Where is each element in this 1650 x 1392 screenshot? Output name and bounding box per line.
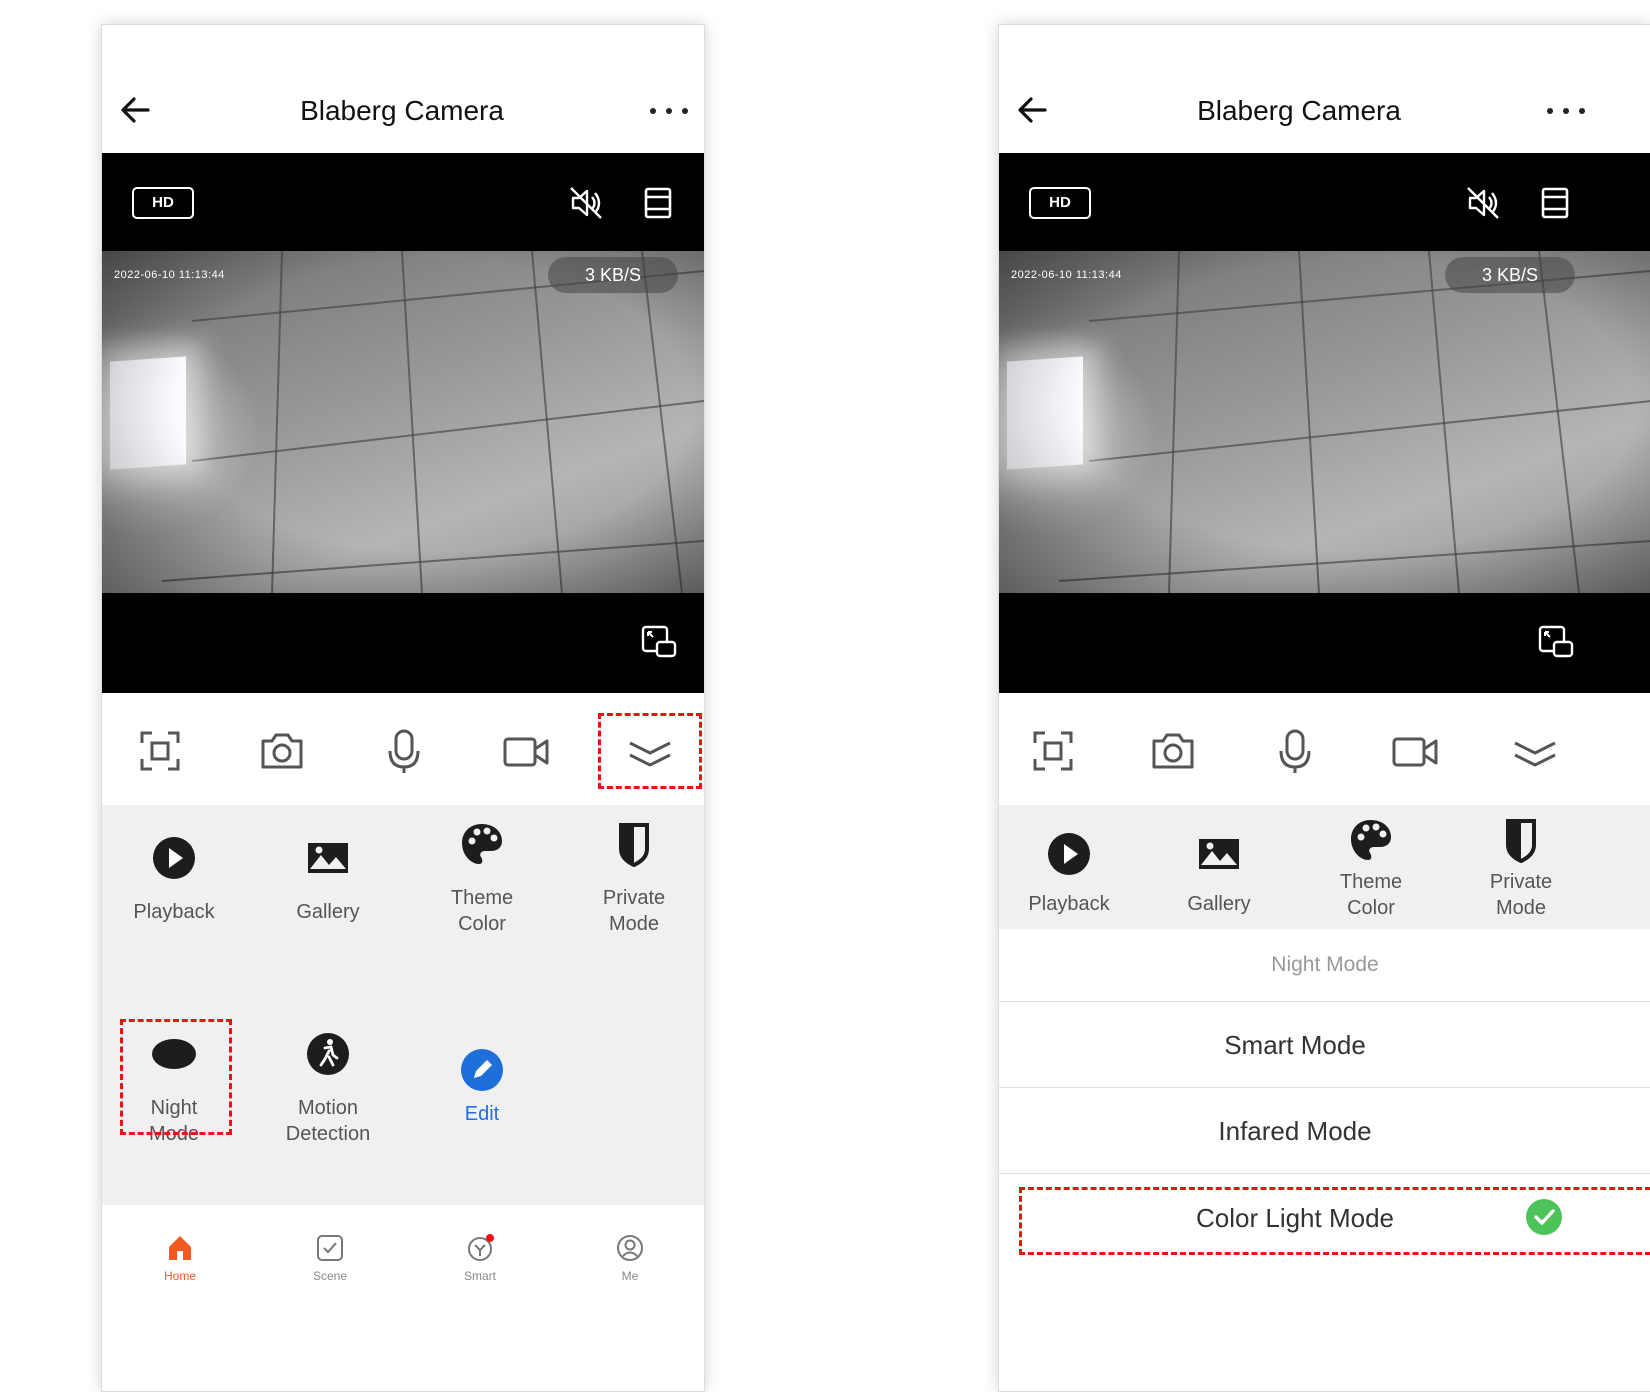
video-timestamp: 2022-06-10 11:13:44 <box>1011 269 1122 281</box>
color-light-mode-highlight <box>1019 1187 1650 1255</box>
feature-label: Playback <box>133 901 215 923</box>
feature-label: Motion Detection <box>285 1097 371 1145</box>
camera-controls <box>999 693 1650 805</box>
picture-in-picture-icon[interactable] <box>1537 623 1575 661</box>
palette-icon <box>462 824 502 864</box>
app-header: Blaberg Camera <box>102 25 704 153</box>
feature-label: Theme Color <box>1339 871 1403 919</box>
home-icon <box>169 1236 191 1260</box>
feature-motion-detection[interactable]: Motion Detection <box>258 1031 398 1147</box>
play-circle-icon <box>1048 833 1090 875</box>
edit-button[interactable]: Edit <box>412 1047 552 1127</box>
smart-icon <box>468 1234 494 1261</box>
bitrate-badge: 3 KB/S <box>548 257 678 293</box>
fullscreen-toggle-icon[interactable] <box>640 185 676 221</box>
tab-label: Home <box>163 1269 196 1283</box>
feature-panel: Playback Gallery Theme Color Private Mod… <box>999 805 1650 929</box>
tab-smart[interactable]: Smart <box>440 1233 520 1283</box>
bitrate-badge: 3 KB/S <box>1445 257 1575 293</box>
camera-snapshot-icon[interactable] <box>258 727 306 775</box>
feature-theme-color[interactable]: Theme Color <box>1301 817 1441 921</box>
microphone-icon[interactable] <box>1271 727 1319 775</box>
collapse-button-highlight <box>598 713 702 789</box>
screenshot-frame-icon[interactable] <box>136 727 184 775</box>
fullscreen-toggle-icon[interactable] <box>1537 185 1573 221</box>
motion-icon <box>307 1033 349 1075</box>
scene-icon <box>317 1235 343 1261</box>
feature-label: Gallery <box>1187 893 1251 915</box>
tab-label: Me <box>621 1269 639 1283</box>
feature-label: Gallery <box>296 901 360 923</box>
feature-label: Private Mode <box>1489 871 1553 919</box>
feature-label: Playback <box>1028 893 1110 915</box>
mode-option-label: Smart Mode <box>1224 1030 1366 1060</box>
feature-theme-color[interactable]: Theme Color <box>412 821 552 937</box>
more-options-icon[interactable] <box>1543 95 1591 125</box>
page-title: Blaberg Camera <box>300 95 504 126</box>
tab-scene[interactable]: Scene <box>290 1233 370 1283</box>
more-options-icon[interactable] <box>646 95 694 125</box>
play-circle-icon <box>153 837 195 879</box>
tab-home[interactable]: Home <box>140 1233 220 1283</box>
video-bottom-bar <box>999 593 1650 693</box>
tab-me[interactable]: Me <box>590 1233 670 1283</box>
feature-gallery[interactable]: Gallery <box>1149 831 1289 917</box>
video-timestamp: 2022-06-10 11:13:44 <box>114 269 225 281</box>
hd-quality-button[interactable]: HD <box>1029 187 1091 219</box>
shield-icon <box>1506 819 1536 863</box>
video-toolbar: HD <box>999 153 1650 251</box>
feature-label: Private Mode <box>602 887 666 935</box>
night-mode-sheet-title: Night Mode <box>999 929 1650 1001</box>
phone-screen-left: Blaberg Camera HD 2022-06-10 11:13:44 3 … <box>101 24 705 1392</box>
feature-private-mode[interactable]: Private Mode <box>1451 817 1591 921</box>
app-header: Blaberg Camera <box>999 25 1650 153</box>
feature-gallery[interactable]: Gallery <box>258 835 398 925</box>
video-record-icon[interactable] <box>502 727 550 775</box>
profile-icon <box>617 1235 643 1261</box>
mute-icon[interactable] <box>568 185 604 221</box>
feature-panel: Playback Gallery Theme Color Private Mod… <box>102 805 704 1205</box>
edit-icon <box>461 1049 503 1091</box>
camera-controls <box>102 693 704 805</box>
picture-in-picture-icon[interactable] <box>640 623 678 661</box>
live-video-feed[interactable]: 2022-06-10 11:13:44 3 KB/S <box>999 251 1650 593</box>
gallery-icon <box>1199 839 1239 869</box>
page-title: Blaberg Camera <box>1197 95 1401 126</box>
microphone-icon[interactable] <box>380 727 428 775</box>
mode-option-smart[interactable]: Smart Mode <box>999 1001 1650 1088</box>
feature-label: Edit <box>464 1103 500 1125</box>
tab-label: Smart <box>463 1269 496 1283</box>
tab-label: Scene <box>312 1269 348 1283</box>
mode-option-label: Infared Mode <box>1218 1116 1372 1146</box>
video-toolbar: HD <box>102 153 704 251</box>
live-video-feed[interactable]: 2022-06-10 11:13:44 3 KB/S <box>102 251 704 593</box>
video-bottom-bar <box>102 593 704 693</box>
shield-icon <box>619 823 649 867</box>
night-mode-highlight <box>120 1019 232 1135</box>
phone-screen-right: Blaberg Camera HD 2022-06-10 11:13:44 3 … <box>998 24 1650 1392</box>
feature-playback[interactable]: Playback <box>999 831 1139 917</box>
mode-option-infared[interactable]: Infared Mode <box>999 1087 1650 1174</box>
screenshot-frame-icon[interactable] <box>1029 727 1077 775</box>
hd-quality-button[interactable]: HD <box>132 187 194 219</box>
lens-vignette <box>999 251 1650 593</box>
feature-private-mode[interactable]: Private Mode <box>564 821 704 937</box>
lens-vignette <box>102 251 704 593</box>
collapse-chevrons-icon[interactable] <box>1511 727 1559 775</box>
video-record-icon[interactable] <box>1391 727 1439 775</box>
feature-label: Theme Color <box>450 887 514 935</box>
feature-playback[interactable]: Playback <box>104 835 244 925</box>
gallery-icon <box>308 843 348 873</box>
bottom-tab-bar: Home Scene Smart Me <box>102 1205 704 1391</box>
mute-icon[interactable] <box>1465 185 1501 221</box>
camera-snapshot-icon[interactable] <box>1149 727 1197 775</box>
palette-icon <box>1351 820 1391 860</box>
